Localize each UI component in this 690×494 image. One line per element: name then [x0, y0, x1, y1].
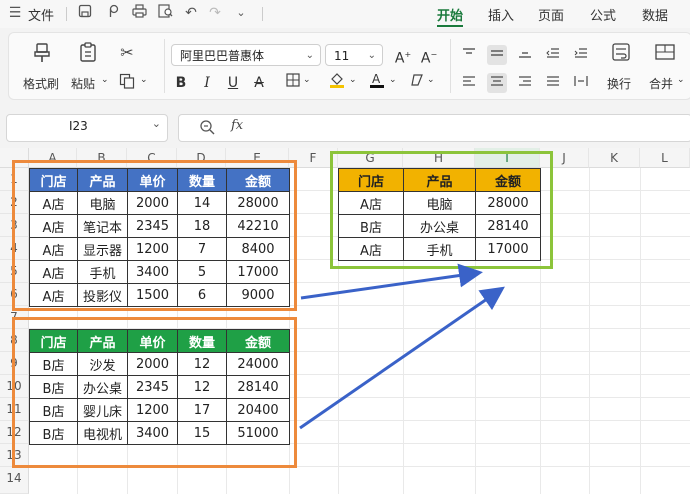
chevron-down-icon[interactable]: ⌄: [232, 4, 250, 22]
underline-icon[interactable]: U: [223, 73, 243, 93]
justify-icon[interactable]: [543, 73, 563, 93]
decrease-indent-icon[interactable]: [543, 45, 563, 65]
ribbon-panel: 格式刷 粘贴 ⌄ ✂ ⌄ 阿里巴巴普惠体 ⌄ 11 ⌄ A+ A− B I U …: [8, 32, 690, 100]
align-middle-icon[interactable]: [487, 45, 507, 65]
chevron-down-icon[interactable]: ⌄: [677, 75, 685, 85]
hamburger-menu-icon[interactable]: ☰: [8, 4, 22, 22]
ribbon: 格式刷 粘贴 ⌄ ✂ ⌄ 阿里巴巴普惠体 ⌄ 11 ⌄ A+ A− B I U …: [0, 28, 690, 104]
clear-format-icon[interactable]: [407, 73, 427, 93]
chevron-down-icon[interactable]: ⌄: [389, 75, 397, 85]
chevron-down-icon[interactable]: ⌄: [427, 75, 435, 85]
format-painter-icon[interactable]: [31, 41, 55, 65]
merge-cells-icon[interactable]: [653, 41, 677, 65]
font-name-select[interactable]: 阿里巴巴普惠体 ⌄: [171, 44, 321, 66]
tab-data[interactable]: 数据: [642, 5, 668, 24]
align-left-icon[interactable]: [459, 73, 479, 93]
increase-indent-icon[interactable]: [571, 45, 591, 65]
chevron-down-icon[interactable]: ⌄: [101, 75, 109, 85]
tab-page[interactable]: 页面: [538, 5, 564, 24]
divider: [66, 7, 67, 21]
strikethrough-icon[interactable]: A: [249, 73, 269, 93]
divider: [164, 39, 165, 93]
arrow-a-to-result: [300, 263, 483, 300]
redo-icon[interactable]: ↷: [206, 4, 224, 22]
print-icon[interactable]: [130, 4, 148, 22]
fill-color-icon[interactable]: [327, 71, 347, 91]
active-tab-indicator: [437, 25, 463, 27]
format-painter-label[interactable]: 格式刷: [23, 75, 59, 92]
copy-icon[interactable]: [117, 73, 137, 93]
undo-icon[interactable]: ↶: [182, 4, 200, 22]
font-size-value: 11: [334, 49, 350, 63]
divider: [450, 39, 451, 93]
zoom-formula-icon[interactable]: [199, 119, 215, 139]
menu-bar: ☰ 文件 ↶ ↷ ⌄ 开始 插入 页面 公式 数据: [0, 0, 690, 28]
font-name-value: 阿里巴巴普惠体: [180, 49, 265, 63]
tab-home[interactable]: 开始: [437, 5, 463, 24]
tab-formulas[interactable]: 公式: [590, 5, 616, 24]
save-icon[interactable]: [76, 4, 94, 22]
bold-icon[interactable]: B: [171, 73, 191, 93]
arrow-b-to-result: [299, 286, 505, 430]
chevron-down-icon[interactable]: ⌄: [306, 45, 314, 67]
chevron-down-icon[interactable]: ⌄: [303, 75, 311, 85]
decrease-font-icon[interactable]: A−: [419, 45, 439, 67]
borders-icon[interactable]: [283, 73, 303, 93]
italic-icon[interactable]: I: [197, 73, 217, 93]
align-bottom-icon[interactable]: [515, 45, 535, 65]
print-preview-icon[interactable]: [156, 4, 174, 22]
divider: [262, 7, 263, 21]
fx-icon[interactable]: fx: [231, 118, 243, 133]
merge-cells-label[interactable]: 合并: [649, 75, 673, 92]
chevron-down-icon[interactable]: ⌄: [152, 117, 161, 130]
formula-bar: I23 ⌄ fx: [0, 104, 690, 148]
spreadsheet-grid[interactable]: A B C D E F G H I J K L 1 2 3 4 5 6 7 8 …: [0, 148, 690, 494]
increase-font-icon[interactable]: A+: [393, 45, 413, 67]
wrap-text-icon[interactable]: [609, 41, 633, 65]
export-pdf-icon[interactable]: [104, 4, 122, 22]
name-box[interactable]: I23 ⌄: [6, 114, 168, 142]
svg-text:A: A: [372, 72, 381, 86]
font-color-icon[interactable]: A: [367, 71, 387, 91]
chevron-down-icon[interactable]: ⌄: [140, 75, 148, 85]
distributed-align-icon[interactable]: [571, 73, 591, 93]
wrap-text-label[interactable]: 换行: [607, 75, 631, 92]
cut-icon[interactable]: ✂: [117, 43, 137, 63]
chevron-down-icon[interactable]: ⌄: [349, 75, 357, 85]
formula-input[interactable]: fx: [178, 114, 690, 142]
align-right-icon[interactable]: [515, 73, 535, 93]
paste-icon[interactable]: [77, 41, 101, 65]
chevron-down-icon[interactable]: ⌄: [368, 45, 376, 67]
align-center-icon[interactable]: [487, 73, 507, 93]
file-menu[interactable]: 文件: [28, 5, 54, 24]
align-top-icon[interactable]: [459, 45, 479, 65]
paste-label[interactable]: 粘贴: [71, 75, 95, 92]
arrows-overlay: [299, 263, 505, 430]
font-size-select[interactable]: 11 ⌄: [325, 44, 383, 66]
tab-insert[interactable]: 插入: [488, 5, 514, 24]
name-box-value: I23: [69, 119, 88, 133]
